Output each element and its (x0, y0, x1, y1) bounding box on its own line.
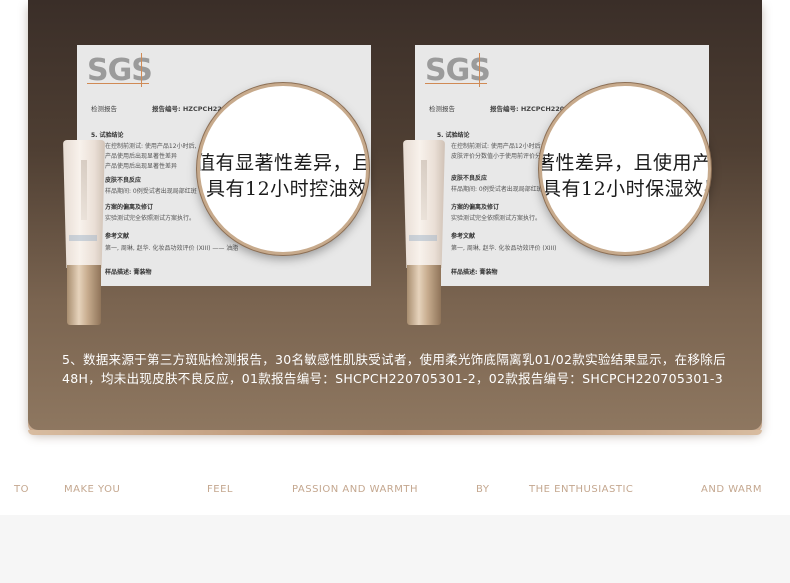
report-line: 参考文献 (105, 233, 130, 240)
report-line: 实验测试完全依照测试方案执行。 (105, 215, 196, 222)
report-header-left: 检测报告 (429, 105, 455, 113)
tagline-word: TO (14, 484, 29, 495)
primer-tube-image (63, 140, 105, 325)
report-header-left: 检测报告 (91, 105, 117, 113)
report-line: 皮肤评价分数值小于使用前评价分数值 (451, 153, 554, 160)
logo-accent-line (479, 53, 480, 87)
report-line: 第一, 周琳, 赵华. 化妆品功效评价 (XIII) (451, 245, 557, 252)
report-line: 样品描述: 膏装物 (105, 269, 152, 276)
tagline-word: BY (476, 484, 490, 495)
primer-tube-image (403, 140, 445, 325)
magnifier-lens-1: 值有显著性差异，且 具有12小时控油效 (197, 83, 369, 255)
magnifier-lens-2: 著性差异，且使用产品后 具有12小时保湿效果。 (539, 83, 711, 255)
tagline-word: THE ENTHUSIASTIC (529, 484, 634, 495)
footnote-text: 5、数据来源于第三方斑贴检测报告，30名敏感性肌肤受试者，使用柔光饰底隔离乳01… (62, 352, 726, 386)
magnified-text: 值有显著性差异，且 (197, 152, 369, 174)
logo-accent-line (141, 53, 142, 87)
report-line: 在控制前测试: 使用产品12小时后, (451, 143, 543, 150)
report-line: 参考文献 (451, 233, 476, 240)
report-line: 实验测试完全依照测试方案执行。 (451, 215, 542, 222)
logo-accent-line (425, 83, 487, 84)
logo-accent-line (87, 83, 149, 84)
tagline-word: PASSION AND WARMTH (292, 484, 418, 495)
report-line: 皮肤不良反应 (105, 177, 142, 184)
report-line: 方案的偏离及修订 (451, 204, 500, 211)
report-line: 皮肤不良反应 (451, 175, 488, 182)
report-line: 5. 试验结论 (437, 132, 470, 139)
report-line: 方案的偏离及修订 (105, 204, 154, 211)
report-line: 产品使用后出现显著性差异 (105, 163, 178, 170)
report-line: 产品使用后出现显著性差异 (105, 153, 178, 160)
report-line: 样品描述: 膏装物 (451, 269, 498, 276)
tagline-strip: TO MAKE YOU FEEL PASSION AND WARMTH BY T… (0, 476, 790, 506)
report-line: 样品期间: 0例受试者出现局部红斑 (451, 186, 543, 193)
report-line: 5. 试验结论 (91, 132, 124, 139)
report-line: 在控制前测试: 使用产品12小时后, (105, 143, 197, 150)
report-line: 第一, 周琳, 赵华. 化妆品功效评价 (XIII) —— 油脂 (105, 245, 239, 252)
report-line: 样品期间: 0例受试者出现局部红斑 (105, 188, 197, 195)
magnified-text: 具有12小时控油效 (206, 178, 368, 200)
magnified-text: 具有12小时保湿效果。 (542, 178, 708, 200)
magnified-text: 著性差异，且使用产品后 (539, 152, 711, 174)
tagline-word: FEEL (207, 484, 233, 495)
tagline-word: MAKE YOU (64, 484, 121, 495)
bottom-background (0, 515, 790, 583)
tagline-word: AND WARM (701, 484, 762, 495)
